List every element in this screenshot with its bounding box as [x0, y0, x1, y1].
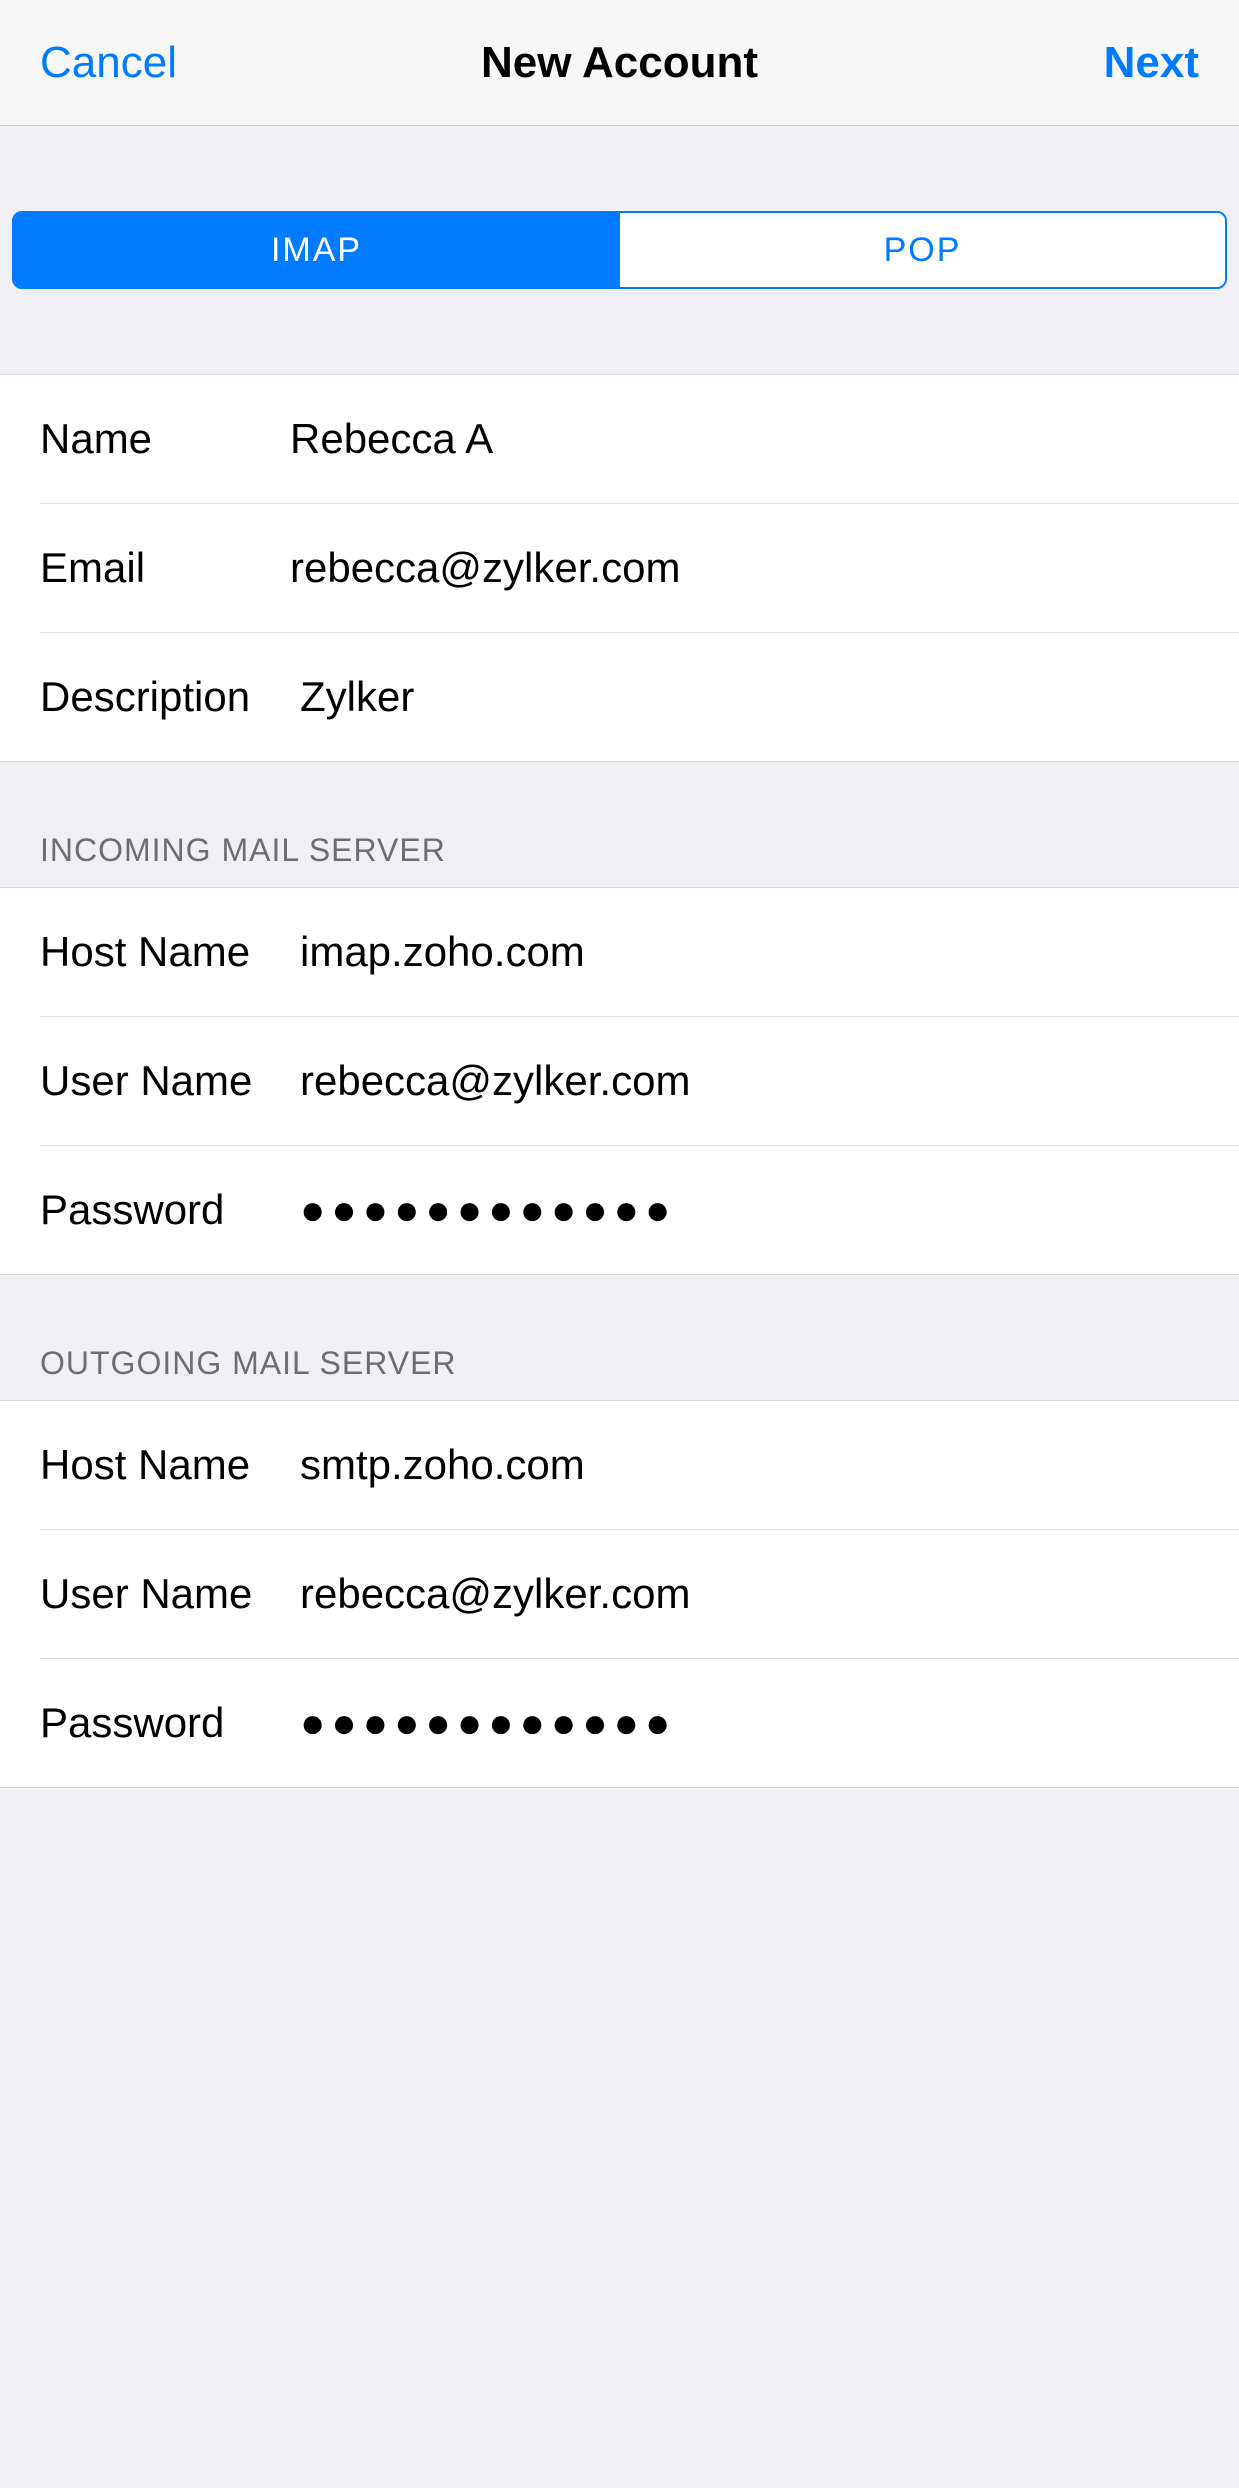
- outgoing-host-row: Host Name: [0, 1401, 1239, 1529]
- bottom-space: [0, 1788, 1239, 2488]
- outgoing-user-input[interactable]: [300, 1570, 1199, 1618]
- segment-imap[interactable]: IMAP: [14, 213, 619, 287]
- segment-pop[interactable]: POP: [619, 213, 1225, 287]
- incoming-host-row: Host Name: [0, 888, 1239, 1016]
- outgoing-host-input[interactable]: [300, 1441, 1199, 1489]
- page-title: New Account: [481, 38, 758, 88]
- outgoing-group: Host Name User Name Password ●●●●●●●●●●●…: [0, 1400, 1239, 1788]
- email-input[interactable]: [290, 544, 1199, 592]
- outgoing-header: OUTGOING MAIL SERVER: [0, 1275, 1239, 1400]
- name-input[interactable]: [290, 415, 1199, 463]
- outgoing-user-label: User Name: [40, 1570, 300, 1618]
- outgoing-password-label: Password: [40, 1699, 300, 1747]
- incoming-user-row: User Name: [0, 1017, 1239, 1145]
- cancel-button[interactable]: Cancel: [40, 38, 177, 88]
- segmented-control: IMAP POP: [12, 211, 1227, 289]
- incoming-password-row: Password ●●●●●●●●●●●●: [0, 1146, 1239, 1274]
- email-row: Email: [0, 504, 1239, 632]
- next-button[interactable]: Next: [1104, 38, 1199, 88]
- description-input[interactable]: [300, 673, 1199, 721]
- segmented-control-wrap: IMAP POP: [0, 191, 1239, 309]
- outgoing-password-row: Password ●●●●●●●●●●●●: [0, 1659, 1239, 1787]
- spacer: [0, 126, 1239, 191]
- outgoing-user-row: User Name: [0, 1530, 1239, 1658]
- name-label: Name: [40, 415, 290, 463]
- outgoing-password-input[interactable]: ●●●●●●●●●●●●: [300, 1702, 1199, 1744]
- outgoing-host-label: Host Name: [40, 1441, 300, 1489]
- incoming-user-input[interactable]: [300, 1057, 1199, 1105]
- incoming-password-input[interactable]: ●●●●●●●●●●●●: [300, 1189, 1199, 1231]
- email-label: Email: [40, 544, 290, 592]
- spacer: [0, 309, 1239, 374]
- name-row: Name: [0, 375, 1239, 503]
- incoming-group: Host Name User Name Password ●●●●●●●●●●●…: [0, 887, 1239, 1275]
- incoming-password-label: Password: [40, 1186, 300, 1234]
- incoming-host-input[interactable]: [300, 928, 1199, 976]
- incoming-host-label: Host Name: [40, 928, 300, 976]
- description-row: Description: [0, 633, 1239, 761]
- description-label: Description: [40, 673, 300, 721]
- incoming-header: INCOMING MAIL SERVER: [0, 762, 1239, 887]
- incoming-user-label: User Name: [40, 1057, 300, 1105]
- account-group: Name Email Description: [0, 374, 1239, 762]
- navbar: Cancel New Account Next: [0, 0, 1239, 126]
